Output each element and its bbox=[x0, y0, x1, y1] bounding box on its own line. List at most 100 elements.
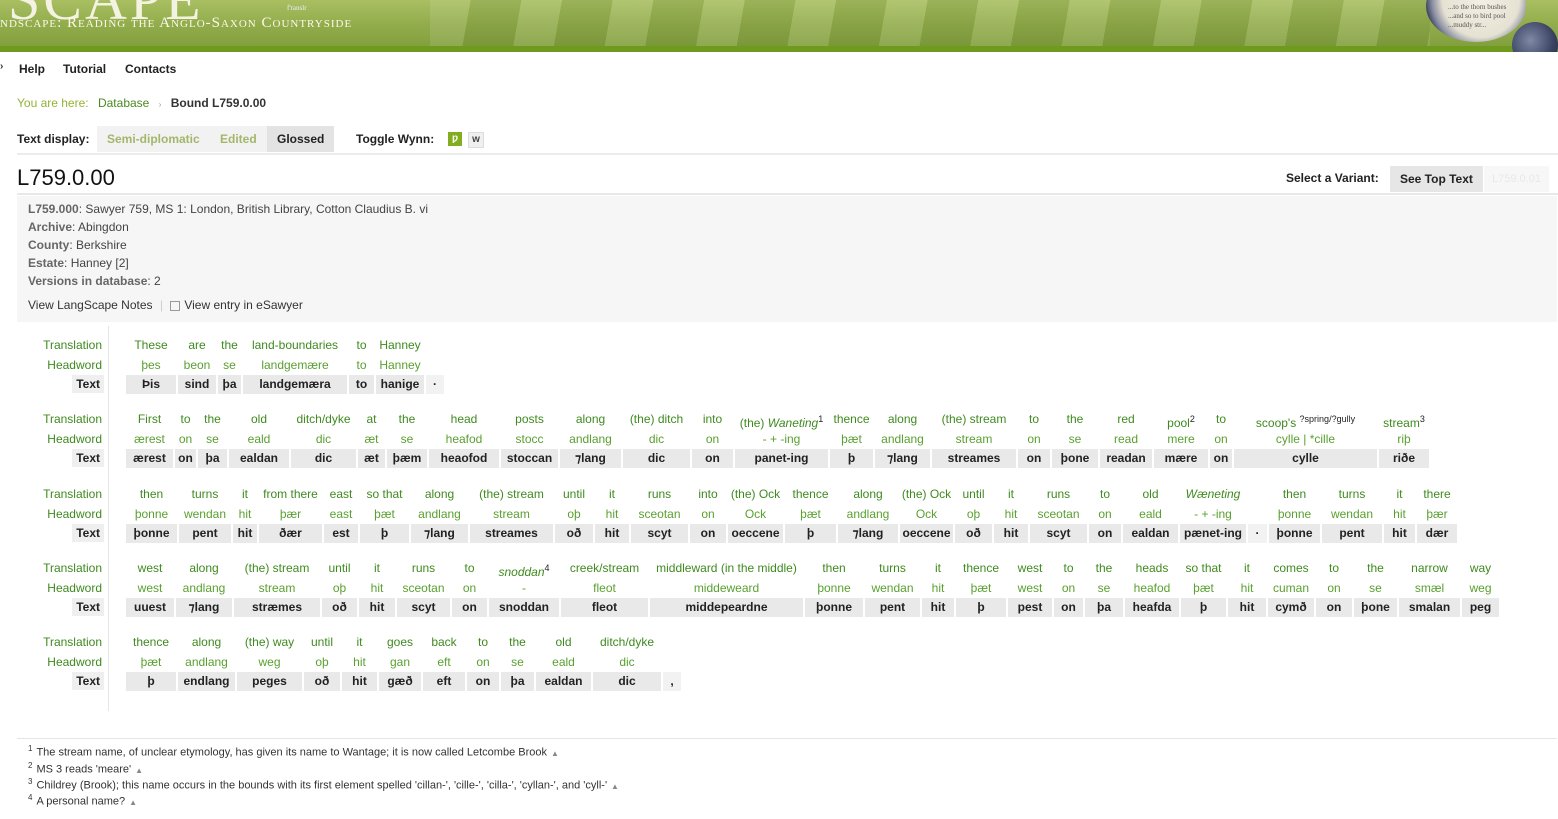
token-text[interactable]: endlang bbox=[178, 672, 235, 691]
nav-item-help[interactable]: Help bbox=[19, 62, 45, 76]
token-text[interactable]: Þis bbox=[126, 375, 176, 394]
token-text[interactable]: to bbox=[349, 375, 374, 394]
mode-edited-button[interactable]: Edited bbox=[210, 126, 267, 152]
token-text[interactable]: ⁊lang bbox=[411, 524, 468, 543]
token-text[interactable]: on bbox=[690, 524, 726, 543]
token-text[interactable]: pent bbox=[179, 524, 231, 543]
token-text[interactable]: þ bbox=[1181, 598, 1226, 617]
token-text[interactable]: gæð bbox=[379, 672, 421, 691]
token-text[interactable]: þone bbox=[1052, 449, 1098, 468]
token-text[interactable]: pænet-ing bbox=[1180, 524, 1246, 543]
nav-item-tutorial[interactable]: Tutorial bbox=[63, 62, 106, 76]
token-text[interactable]: , bbox=[663, 672, 681, 691]
variant-option-button[interactable]: L759.0.01 bbox=[1484, 166, 1549, 192]
token-text[interactable]: on bbox=[1316, 598, 1352, 617]
footnote-marker[interactable]: 1 bbox=[818, 414, 823, 424]
token-text[interactable]: hanige bbox=[376, 375, 424, 394]
token-text[interactable]: smalan bbox=[1399, 598, 1460, 617]
token-text[interactable]: þa bbox=[1085, 598, 1123, 617]
token-text[interactable]: snoddan bbox=[489, 598, 559, 617]
token-text[interactable]: mære bbox=[1154, 449, 1208, 468]
token-text[interactable]: heafda bbox=[1125, 598, 1179, 617]
back-to-text-icon[interactable]: ▲ bbox=[551, 749, 559, 758]
token-text[interactable]: ealdan bbox=[229, 449, 289, 468]
token-text[interactable]: on bbox=[1054, 598, 1083, 617]
token-text[interactable]: stræmes bbox=[234, 598, 320, 617]
token-text[interactable]: peges bbox=[237, 672, 302, 691]
token-text[interactable]: fleot bbox=[561, 598, 648, 617]
token-text[interactable]: hit bbox=[1228, 598, 1266, 617]
token-text[interactable]: þa bbox=[218, 375, 241, 394]
token-text[interactable]: streames bbox=[932, 449, 1016, 468]
token-text[interactable]: þ bbox=[830, 449, 873, 468]
esawyer-link[interactable]: View entry in eSawyer bbox=[184, 298, 303, 312]
token-text[interactable]: ⁊lang bbox=[176, 598, 232, 617]
nav-item-prev[interactable]: › bbox=[0, 61, 3, 72]
token-text[interactable]: cylle bbox=[1234, 449, 1377, 468]
token-text[interactable]: þonne bbox=[1269, 524, 1320, 543]
token-text[interactable]: oð bbox=[955, 524, 992, 543]
token-text[interactable]: stoccan bbox=[501, 449, 558, 468]
footnote-marker[interactable]: ?spring/?gully bbox=[1300, 414, 1356, 424]
token-text[interactable]: ærest bbox=[126, 449, 173, 468]
token-text[interactable]: þa bbox=[198, 449, 227, 468]
token-text[interactable]: pent bbox=[1322, 524, 1382, 543]
token-text[interactable]: ⁊lang bbox=[560, 449, 621, 468]
token-text[interactable]: streames bbox=[470, 524, 553, 543]
back-to-text-icon[interactable]: ▲ bbox=[135, 766, 143, 775]
footnote-marker[interactable]: 4 bbox=[545, 563, 550, 573]
token-text[interactable]: þonne bbox=[805, 598, 863, 617]
token-text[interactable]: panet-ing bbox=[735, 449, 828, 468]
token-text[interactable]: þ bbox=[785, 524, 836, 543]
wynn-off-button[interactable]: w bbox=[468, 132, 484, 148]
token-text[interactable]: pest bbox=[1008, 598, 1052, 617]
token-text[interactable]: hit bbox=[595, 524, 629, 543]
token-text[interactable]: · bbox=[1248, 524, 1267, 543]
token-text[interactable]: on bbox=[467, 672, 499, 691]
token-text[interactable]: pent bbox=[865, 598, 920, 617]
token-text[interactable]: hit bbox=[1384, 524, 1415, 543]
token-text[interactable]: hit bbox=[994, 524, 1028, 543]
token-text[interactable]: peg bbox=[1462, 598, 1499, 617]
token-text[interactable]: oð bbox=[555, 524, 593, 543]
token-text[interactable]: þ bbox=[360, 524, 409, 543]
token-text[interactable]: on bbox=[1089, 524, 1121, 543]
token-text[interactable]: est bbox=[324, 524, 358, 543]
see-top-text-button[interactable]: See Top Text bbox=[1390, 166, 1483, 192]
token-text[interactable]: scyt bbox=[397, 598, 450, 617]
back-to-text-icon[interactable]: ▲ bbox=[611, 782, 619, 791]
token-text[interactable]: dic bbox=[291, 449, 356, 468]
token-text[interactable]: on bbox=[1018, 449, 1050, 468]
token-text[interactable]: landgemæra bbox=[243, 375, 347, 394]
nav-item-contacts[interactable]: Contacts bbox=[125, 62, 176, 76]
token-text[interactable]: oeccene bbox=[728, 524, 783, 543]
footnote-marker[interactable]: 3 bbox=[1420, 414, 1425, 424]
token-text[interactable]: eft bbox=[423, 672, 465, 691]
token-text[interactable]: þ bbox=[956, 598, 1006, 617]
token-text[interactable]: þa bbox=[501, 672, 534, 691]
token-text[interactable]: riðe bbox=[1379, 449, 1429, 468]
token-text[interactable]: hit bbox=[342, 672, 377, 691]
token-text[interactable]: oð bbox=[304, 672, 340, 691]
token-text[interactable]: heaofod bbox=[429, 449, 499, 468]
back-to-text-icon[interactable]: ▲ bbox=[129, 798, 137, 807]
token-text[interactable]: readan bbox=[1100, 449, 1152, 468]
mode-semi-diplomatic-button[interactable]: Semi-diplomatic bbox=[97, 126, 210, 152]
token-text[interactable]: oð bbox=[322, 598, 357, 617]
token-text[interactable]: · bbox=[426, 375, 444, 394]
token-text[interactable]: sind bbox=[178, 375, 216, 394]
token-text[interactable]: ⁊lang bbox=[875, 449, 930, 468]
token-text[interactable]: þæm bbox=[387, 449, 427, 468]
token-text[interactable]: on bbox=[175, 449, 196, 468]
token-text[interactable]: dær bbox=[1417, 524, 1457, 543]
token-text[interactable]: oeccene bbox=[900, 524, 953, 543]
langscape-notes-link[interactable]: View LangScape Notes bbox=[28, 298, 153, 312]
token-text[interactable]: dic bbox=[623, 449, 690, 468]
token-text[interactable]: scyt bbox=[1030, 524, 1087, 543]
token-text[interactable]: cymð bbox=[1268, 598, 1314, 617]
token-text[interactable]: æt bbox=[358, 449, 385, 468]
token-text[interactable]: on bbox=[692, 449, 733, 468]
token-text[interactable]: uuest bbox=[126, 598, 174, 617]
token-text[interactable]: dic bbox=[593, 672, 661, 691]
token-text[interactable]: on bbox=[1210, 449, 1232, 468]
